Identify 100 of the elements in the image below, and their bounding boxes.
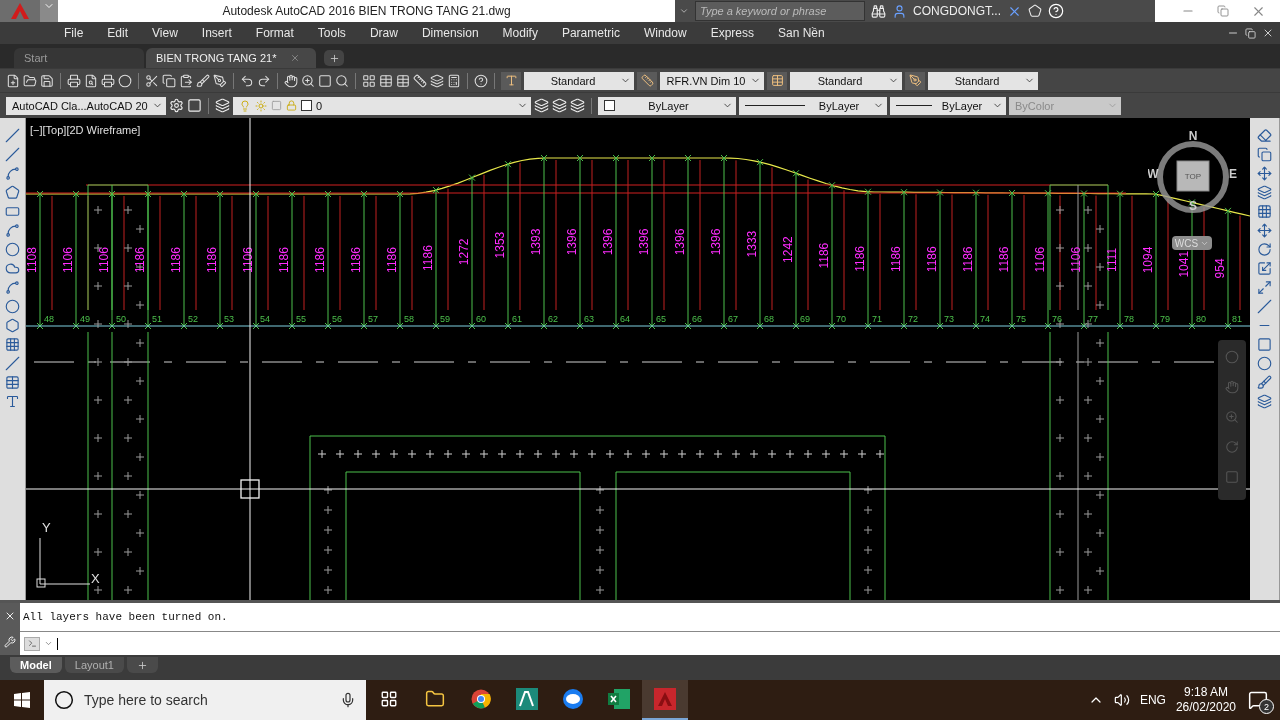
menu-item[interactable]: Draw bbox=[357, 26, 410, 40]
polyline-icon[interactable] bbox=[5, 166, 20, 181]
menu-item[interactable]: Modify bbox=[490, 26, 550, 40]
command-prompt-button[interactable] bbox=[24, 636, 40, 651]
rotate-icon[interactable] bbox=[1257, 242, 1272, 257]
pan-icon[interactable] bbox=[284, 73, 298, 88]
copy-icon[interactable] bbox=[162, 73, 176, 88]
printer-icon[interactable] bbox=[67, 73, 81, 88]
property-dropdown[interactable]: ByLayer bbox=[598, 96, 736, 115]
expand-icon[interactable] bbox=[679, 6, 689, 16]
viewport-controls[interactable]: [−][Top][2D Wireframe] bbox=[30, 124, 141, 136]
hatch-icon[interactable] bbox=[5, 337, 20, 352]
property-dropdown[interactable]: ByLayer bbox=[890, 96, 1006, 115]
new-file-icon[interactable] bbox=[6, 73, 20, 88]
wrench-icon[interactable] bbox=[4, 636, 16, 648]
file-tab[interactable]: Start bbox=[14, 48, 144, 68]
menu-item[interactable]: San Nền bbox=[766, 26, 837, 40]
zoom-icon[interactable] bbox=[301, 73, 315, 88]
menu-item[interactable]: Edit bbox=[95, 26, 141, 40]
style-dropdown[interactable]: Standard bbox=[790, 71, 902, 90]
spline-icon[interactable] bbox=[5, 280, 20, 295]
restore-icon[interactable] bbox=[1245, 27, 1256, 39]
clock-date[interactable]: 26/02/2020 bbox=[1175, 700, 1236, 715]
style-manager-button[interactable] bbox=[637, 71, 657, 90]
gear-icon[interactable] bbox=[169, 98, 184, 113]
user-icon[interactable] bbox=[892, 3, 907, 19]
cut-icon[interactable] bbox=[145, 73, 159, 88]
cloud-icon[interactable] bbox=[5, 261, 20, 276]
calculator-icon[interactable] bbox=[447, 73, 461, 88]
text-icon[interactable] bbox=[5, 394, 20, 409]
menu-item[interactable]: Dimension bbox=[409, 26, 491, 40]
zoom-previous-icon[interactable] bbox=[335, 73, 349, 88]
layer-current-icon[interactable] bbox=[534, 98, 549, 113]
menu-item[interactable]: Express bbox=[698, 26, 766, 40]
polygon-icon[interactable] bbox=[5, 185, 20, 200]
menu-item[interactable]: File bbox=[52, 26, 96, 40]
style-icon bbox=[640, 74, 654, 87]
close-icon[interactable] bbox=[4, 610, 16, 622]
new-layout-button[interactable] bbox=[126, 657, 158, 673]
layer-state-icon[interactable] bbox=[570, 98, 585, 113]
style-dropdown[interactable]: Standard bbox=[928, 71, 1038, 90]
workspace-dropdown[interactable]: AutoCAD Cla...AutoCAD 20 bbox=[6, 96, 166, 115]
speaker-icon[interactable] bbox=[1113, 692, 1130, 708]
array-icon[interactable] bbox=[1257, 204, 1272, 219]
clock-time[interactable]: 9:18 AM bbox=[1183, 685, 1228, 700]
style-manager-button[interactable] bbox=[905, 71, 925, 90]
menu-item[interactable]: View bbox=[140, 26, 190, 40]
layout-tab[interactable]: Layout1 bbox=[64, 657, 124, 673]
style-manager-button[interactable] bbox=[501, 71, 521, 90]
file-tab[interactable]: BIEN TRONG TANG 21* bbox=[146, 48, 316, 68]
style-dropdown[interactable]: RFR.VN Dim 10 bbox=[660, 71, 764, 90]
input-language[interactable]: ENG bbox=[1139, 693, 1166, 707]
task-view-icon bbox=[380, 690, 398, 708]
menu-item[interactable]: Window bbox=[631, 26, 699, 40]
layout-tab[interactable]: Model bbox=[10, 657, 62, 673]
grid-number: 68 bbox=[764, 314, 774, 324]
layer-previous-icon[interactable] bbox=[552, 98, 567, 113]
new-tab-button[interactable] bbox=[324, 50, 344, 66]
close-icon[interactable] bbox=[1262, 27, 1274, 39]
dimension-label: 1396 bbox=[637, 228, 651, 256]
dimension-label: 1186 bbox=[349, 247, 363, 273]
stretch-icon[interactable] bbox=[1257, 280, 1272, 295]
style-dropdown[interactable]: Standard bbox=[524, 71, 634, 90]
table-icon[interactable] bbox=[5, 375, 20, 390]
menu-item[interactable]: Format bbox=[243, 26, 306, 40]
undo-icon[interactable] bbox=[240, 73, 254, 88]
grid-number: 72 bbox=[908, 314, 918, 324]
plot-icon[interactable] bbox=[101, 73, 115, 88]
ucs-icon bbox=[36, 537, 91, 588]
user-name[interactable]: CONGDONGT... bbox=[913, 4, 1001, 18]
menu-item[interactable]: Parametric bbox=[549, 26, 632, 40]
copy-icon[interactable] bbox=[1257, 147, 1272, 162]
erase-icon[interactable] bbox=[1257, 128, 1272, 143]
open-folder-icon[interactable] bbox=[23, 73, 37, 88]
layer-dropdown[interactable]: 0 bbox=[233, 96, 531, 115]
search-field[interactable]: Type a keyword or phrase bbox=[695, 1, 865, 21]
redo-icon[interactable] bbox=[257, 73, 271, 88]
scale-icon[interactable] bbox=[1257, 261, 1272, 276]
help-icon[interactable] bbox=[474, 73, 488, 88]
line-icon[interactable] bbox=[5, 128, 20, 143]
match-properties-icon[interactable] bbox=[196, 73, 210, 88]
microphone-icon[interactable] bbox=[340, 692, 356, 708]
layers-icon[interactable] bbox=[215, 98, 230, 113]
arc-icon[interactable] bbox=[5, 223, 20, 238]
save-icon[interactable] bbox=[40, 73, 54, 88]
taskbar-search-field[interactable]: Type here to search bbox=[44, 680, 366, 720]
preview-icon[interactable] bbox=[84, 73, 98, 88]
paste-icon[interactable] bbox=[179, 73, 193, 88]
notifications-button[interactable]: 2 bbox=[1246, 688, 1270, 712]
autocad-app-button[interactable] bbox=[642, 680, 688, 720]
viewcube-face[interactable] bbox=[1176, 160, 1210, 192]
binoculars-icon[interactable] bbox=[871, 3, 886, 19]
viewcube-ring[interactable] bbox=[1157, 141, 1229, 213]
circle-icon[interactable] bbox=[5, 242, 20, 257]
move-icon[interactable] bbox=[1257, 223, 1272, 238]
style-manager-button[interactable] bbox=[767, 71, 787, 90]
menu-item[interactable]: Insert bbox=[189, 26, 244, 40]
rectangle-icon[interactable] bbox=[5, 204, 20, 219]
menu-item[interactable]: Tools bbox=[305, 26, 358, 40]
property-dropdown[interactable]: ByLayer bbox=[739, 96, 887, 115]
